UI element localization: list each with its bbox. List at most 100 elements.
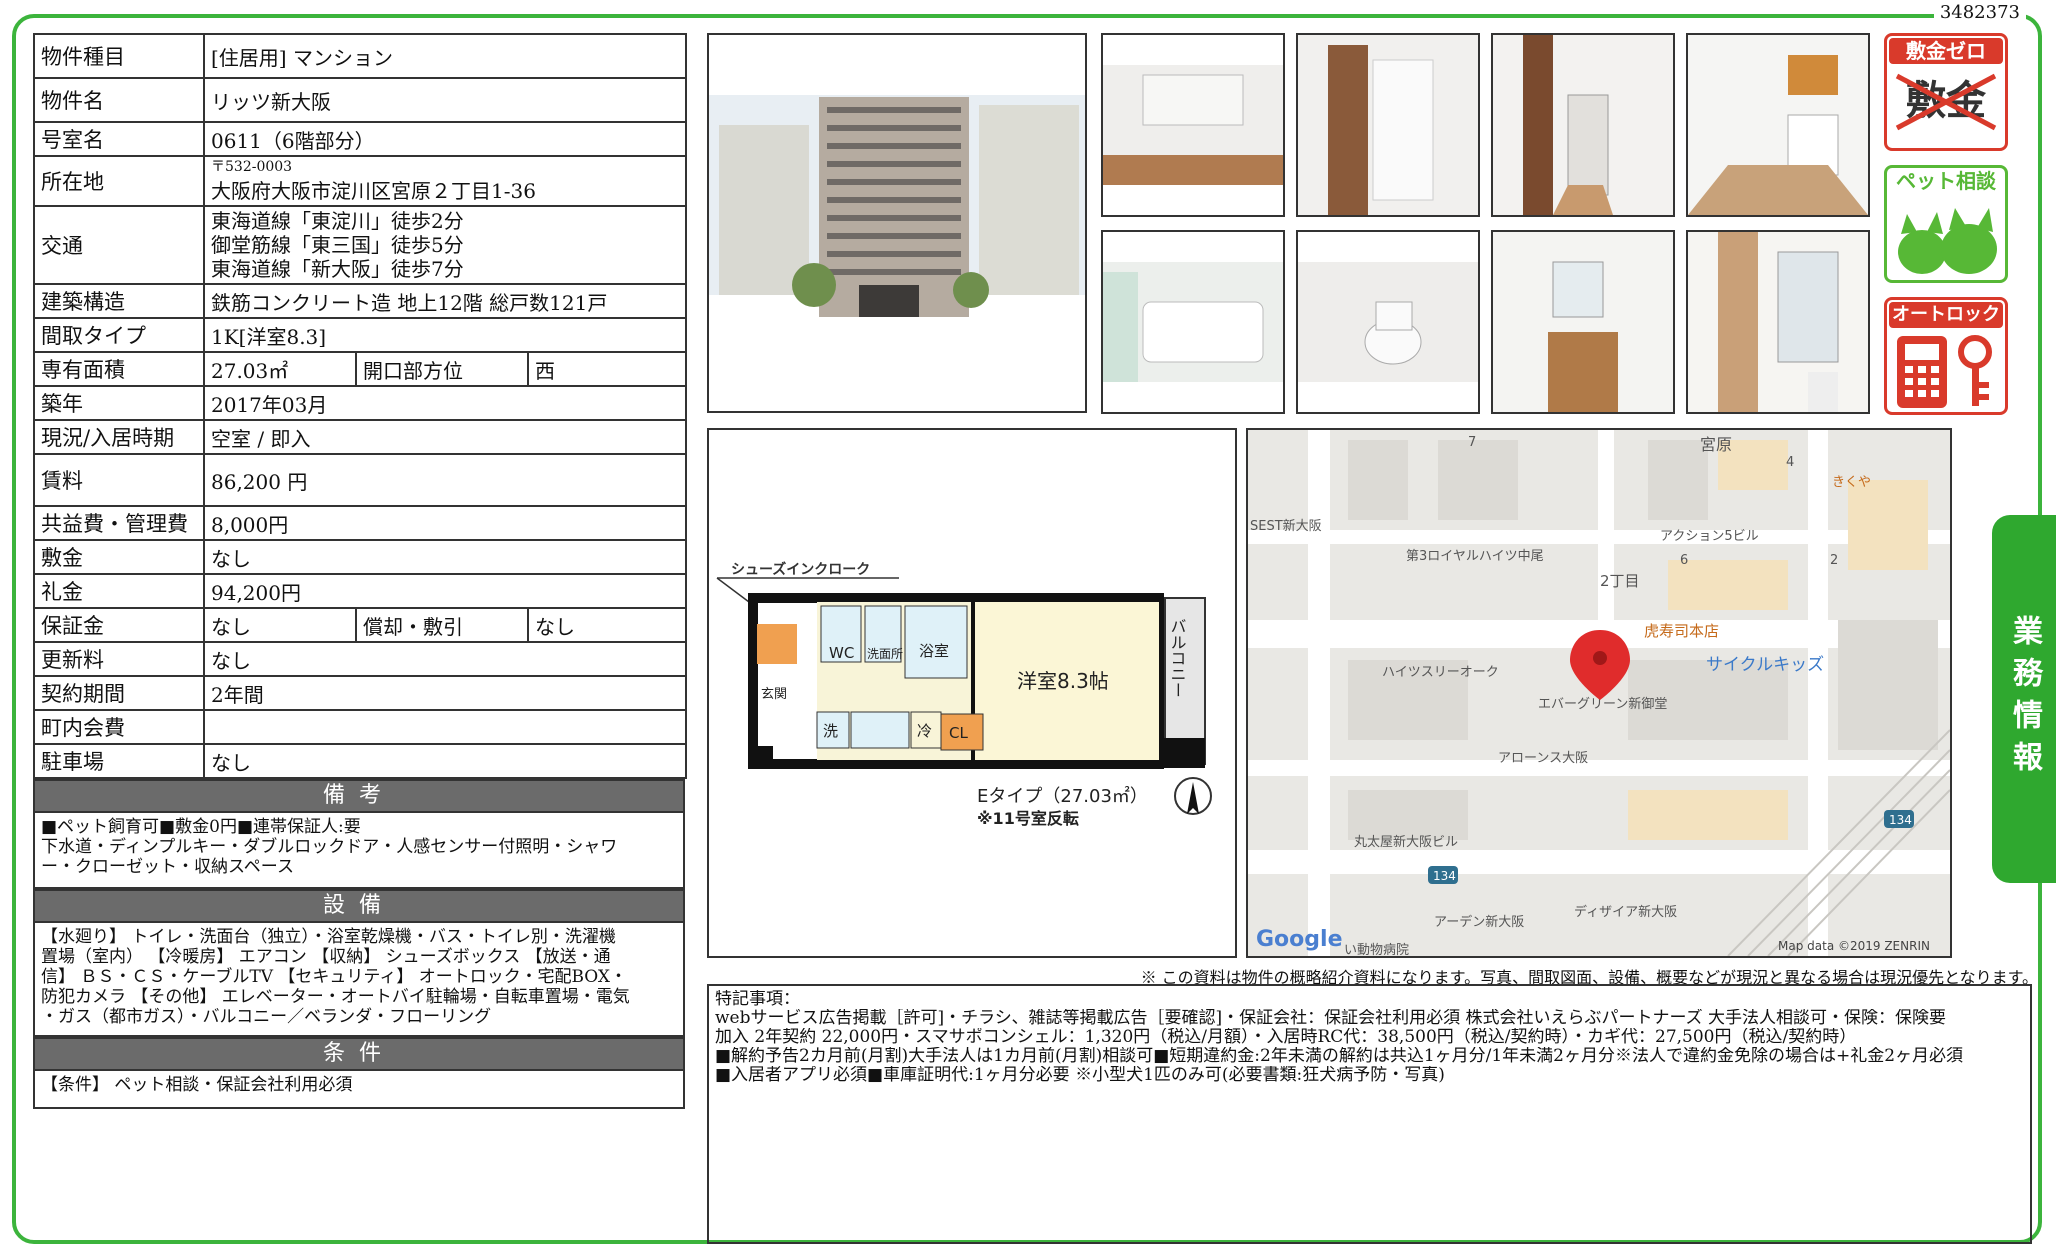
built-label: 築年 <box>33 385 205 421</box>
equipment-body: 【水廻り】 トイレ・洗面台（独立）・浴室乾燥機・バス・トイレ別・洗濯機 置場（室… <box>33 921 685 1037</box>
hallway-illustration <box>1493 35 1673 215</box>
remarks-header: 備考 <box>33 779 685 811</box>
access-cell: 東海道線「東淀川」徒歩2分 御堂筋線「東三国」徒歩5分 東海道線「新大阪」徒歩7… <box>202 205 688 285</box>
room-photo-4[interactable] <box>1686 33 1870 217</box>
map-label-cycle: サイクルキッズ <box>1706 655 1824 675</box>
room-photo-3[interactable] <box>1491 33 1675 217</box>
room-label: 洋室8.3帖 <box>1017 669 1109 693</box>
document-id: 3482373 <box>1933 2 2026 23</box>
map-label-4: 4 <box>1786 455 1794 470</box>
area-value: 27.03㎡ <box>203 351 357 387</box>
map-credit: Map data ©2019 ZENRIN <box>1778 939 1930 953</box>
closet-label: CL <box>949 724 968 742</box>
wc-label: WC <box>829 644 854 662</box>
business-info-label: 業務情報 <box>2007 615 2042 783</box>
map-label-miyahara: 宮原 <box>1700 435 1732 454</box>
map-label-evergreen: エバーグリーン新御堂 <box>1538 696 1667 712</box>
balcony-label: バルコニー <box>1168 618 1187 698</box>
room-photo-8[interactable] <box>1686 230 1870 414</box>
direction-value: 西 <box>526 351 688 387</box>
key-money-label: 礼金 <box>33 573 205 609</box>
guarantee-value: なし <box>203 607 357 643</box>
access-line: 東海道線「東淀川」徒歩2分 <box>211 209 464 233</box>
bath-illustration <box>1103 232 1283 412</box>
room-label: 号室名 <box>33 121 205 157</box>
guarantee-label: 保証金 <box>33 607 205 643</box>
plan-type-label: Eタイプ（27.03㎡） <box>977 785 1148 807</box>
plan-reversed-label: ※11号室反転 <box>977 809 1079 828</box>
map-label-2: 2 <box>1830 553 1838 568</box>
map-label-arden: アーデン新大阪 <box>1434 914 1524 930</box>
layout-value: 1K[洋室8.3] <box>202 317 688 353</box>
built-value: 2017年03月 <box>202 385 688 421</box>
room-photo-7[interactable] <box>1491 230 1675 414</box>
amort-value: なし <box>526 607 688 643</box>
location-map[interactable]: 7 宮原 4 きくや SEST新大阪 第3ロイヤルハイツ中尾 アクション5ビル … <box>1246 428 1952 958</box>
autolock-text: オートロック <box>1889 302 2003 328</box>
map-label-chome: 2丁目 <box>1600 572 1640 590</box>
direction-label: 開口部方位 <box>355 351 529 387</box>
rent-label: 賃料 <box>33 453 205 507</box>
name-value: リッツ新大阪 <box>202 77 688 123</box>
bath-label: 浴室 <box>919 642 949 660</box>
washroom-label: 洗面所 <box>867 647 903 661</box>
remarks-body: ■ペット飼育可■敷金0円■連帯保証人:要 下水道・ディンプルキー・ダブルロックド… <box>33 811 685 889</box>
layout-label: 間取タイプ <box>33 317 205 353</box>
map-label-desiria: ディザイア新大阪 <box>1574 904 1677 920</box>
conditions-header: 条件 <box>33 1037 685 1069</box>
map-label-royal: 第3ロイヤルハイツ中尾 <box>1406 549 1544 564</box>
room-illustration <box>1103 35 1283 215</box>
map-label-6: 6 <box>1680 553 1688 568</box>
status-value: 空室 / 即入 <box>202 419 688 455</box>
contract-value: 2年間 <box>202 675 688 711</box>
map-label-heights: ハイツスリーオーク <box>1382 665 1499 680</box>
business-info-tab[interactable]: 業務情報 <box>1992 515 2056 883</box>
deposit-zero-text: 敷金ゼロ <box>1889 38 2003 64</box>
room-photo-2[interactable] <box>1296 33 1480 217</box>
deposit-zero-badge: 敷金ゼロ 敷金 <box>1884 33 2008 151</box>
special-line: ■入居者アプリ必須■車庫証明代:1ヶ月分必要 ※小型犬1匹のみ可(必要書類:狂犬… <box>715 1066 1445 1085</box>
balcony-illustration <box>1688 232 1868 412</box>
area-label: 専有面積 <box>33 351 205 387</box>
address-label: 所在地 <box>33 155 205 207</box>
kitchen-illustration <box>1688 35 1868 215</box>
map-label-sest: SEST新大阪 <box>1250 518 1322 534</box>
conditions-body: 【条件】 ペット相談・保証会社利用必須 <box>33 1069 685 1109</box>
map-label-action: アクション5ビル <box>1660 529 1759 544</box>
property-info: 物件種目 [住居用] マンション 物件名 リッツ新大阪 号室名 0611（6階部… <box>33 33 688 1109</box>
type-value: [住居用] マンション <box>202 33 688 79</box>
entrance-label: 玄関 <box>761 687 787 702</box>
deposit-value: なし <box>202 539 688 575</box>
town-fee-label: 町内会費 <box>33 709 205 745</box>
map-label-hospital: い動物病院 <box>1344 943 1409 956</box>
renewal-label: 更新料 <box>33 641 205 677</box>
deposit-label: 敷金 <box>33 539 205 575</box>
room-photo-6[interactable] <box>1296 230 1480 414</box>
parking-label: 駐車場 <box>33 743 205 779</box>
building-photo[interactable] <box>707 33 1087 413</box>
room-photo-5[interactable] <box>1101 230 1285 414</box>
toilet-illustration <box>1298 232 1478 412</box>
address-value: 大阪府大阪市淀川区宮原２丁目1-36 <box>211 178 536 203</box>
map-drawing: 7 宮原 4 きくや SEST新大阪 第3ロイヤルハイツ中尾 アクション5ビル … <box>1248 430 1950 956</box>
structure-value: 鉄筋コンクリート造 地上12階 総戸数121戸 <box>202 283 688 319</box>
pet-badge: ペット相談 <box>1884 165 2008 283</box>
parking-value: なし <box>202 743 688 779</box>
fee-label: 共益費・管理費 <box>33 505 205 541</box>
status-label: 現況/入居時期 <box>33 419 205 455</box>
special-line: webサービス広告掲載［許可]・チラシ、雑誌等掲載広告［要確認]・保証会社：保証… <box>715 1009 1947 1028</box>
access-line: 東海道線「新大阪」徒歩7分 <box>211 257 464 281</box>
room-photo-1[interactable] <box>1101 33 1285 217</box>
building-illustration <box>709 35 1085 411</box>
property-table: 物件種目 [住居用] マンション 物件名 リッツ新大阪 号室名 0611（6階部… <box>33 33 688 779</box>
map-label-torasushi: 虎寿司本店 <box>1644 622 1719 640</box>
shoes-closet-label: シューズインクローク <box>731 561 870 578</box>
fee-value: 8,000円 <box>202 505 688 541</box>
access-label: 交通 <box>33 205 205 285</box>
pet-text: ペット相談 <box>1896 169 1996 193</box>
name-label: 物件名 <box>33 77 205 123</box>
map-google-logo: Google <box>1256 927 1343 952</box>
vanity-illustration <box>1493 232 1673 412</box>
floor-plan[interactable]: シューズインクローク WC 洗面所 浴室 洋室8.3帖 玄関 洗 冷 CL バル… <box>707 428 1237 958</box>
type-label: 物件種目 <box>33 33 205 79</box>
